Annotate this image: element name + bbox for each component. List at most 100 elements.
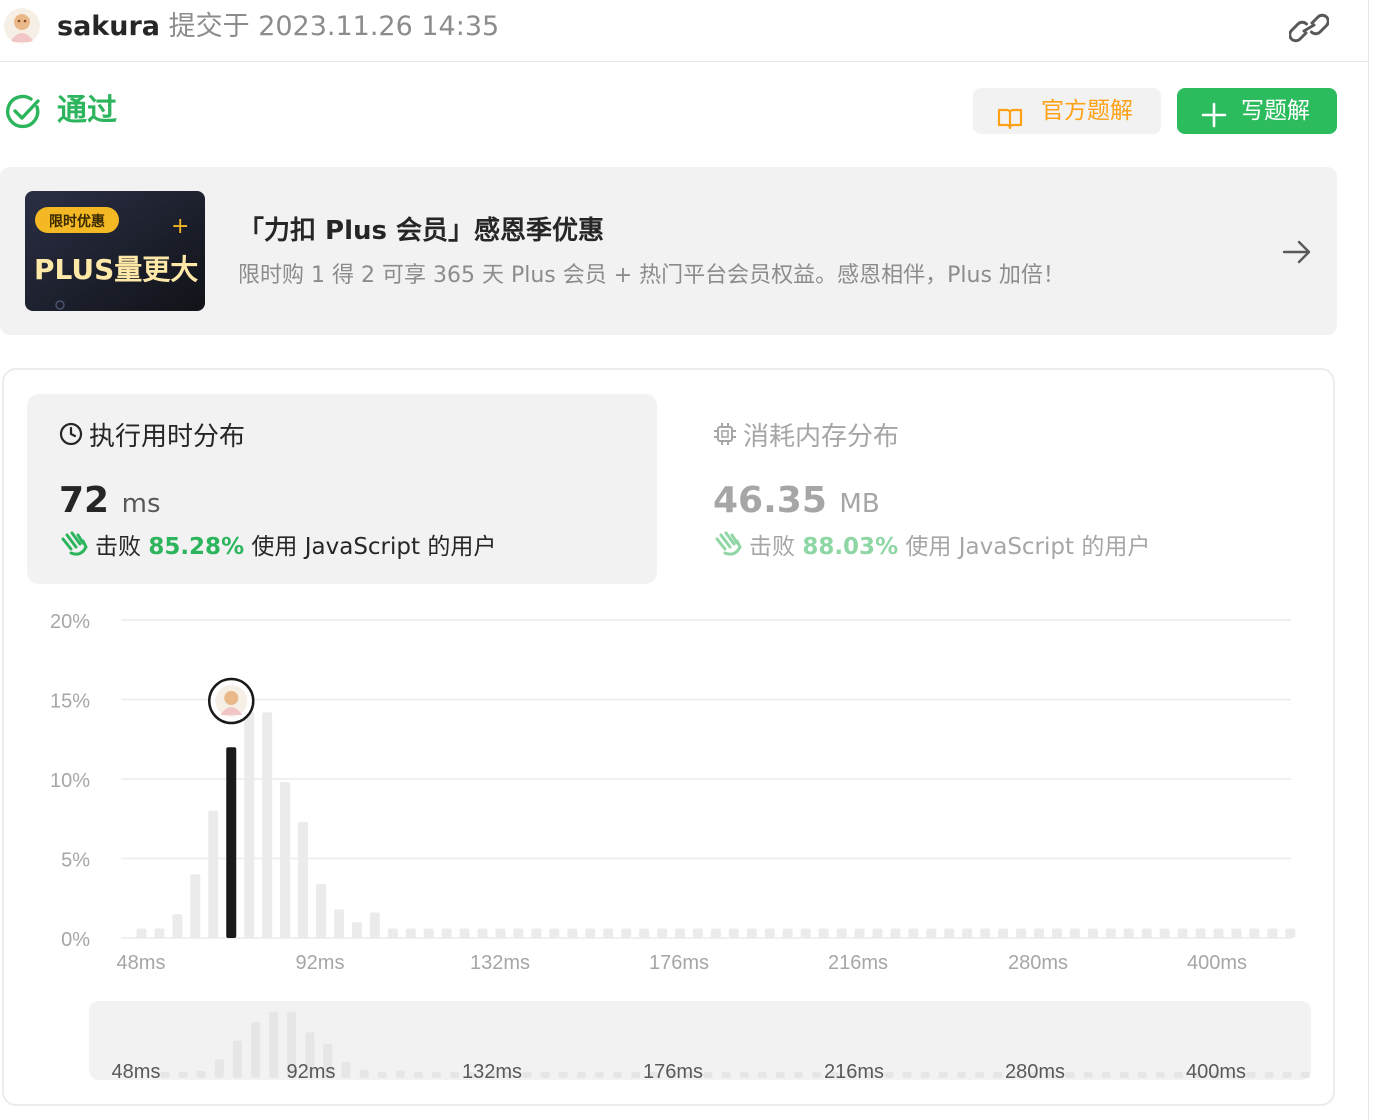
bar[interactable]	[980, 928, 991, 938]
bar[interactable]	[549, 928, 560, 938]
bar[interactable]	[351, 922, 362, 938]
bar[interactable]	[692, 928, 703, 938]
bar[interactable]	[1213, 928, 1224, 938]
bar[interactable]	[244, 712, 255, 938]
bar[interactable]	[621, 928, 632, 938]
bar[interactable]	[1177, 928, 1188, 938]
bar[interactable]	[154, 928, 165, 938]
bar[interactable]	[872, 928, 883, 938]
bar[interactable]	[333, 909, 344, 938]
overview-bar	[1083, 1072, 1093, 1078]
overview-bar	[359, 1069, 369, 1078]
overview-bar	[631, 1072, 641, 1078]
overview-bar	[540, 1072, 550, 1078]
bar[interactable]	[369, 912, 380, 938]
bar[interactable]	[854, 928, 865, 938]
overview-bar	[757, 1072, 767, 1078]
bar[interactable]	[405, 928, 416, 938]
bar[interactable]	[944, 928, 955, 938]
bar[interactable]	[603, 928, 614, 938]
bar[interactable]	[1034, 928, 1044, 938]
bar[interactable]	[890, 928, 901, 938]
bar[interactable]	[298, 821, 309, 938]
bar[interactable]	[998, 928, 1009, 938]
overview-bar	[1101, 1072, 1111, 1078]
bar[interactable]	[800, 928, 811, 938]
bar[interactable]	[477, 928, 488, 938]
bar[interactable]	[710, 928, 721, 938]
bar[interactable]	[567, 928, 578, 938]
overview-bar	[1282, 1072, 1292, 1078]
user-avatar[interactable]	[4, 8, 40, 44]
runtime-beat-suffix: 使用 JavaScript 的用户	[251, 534, 497, 560]
memory-tab[interactable]: 消耗内存分布	[713, 419, 899, 456]
bar[interactable]	[1141, 928, 1152, 938]
overview-bar	[812, 1072, 822, 1078]
bar[interactable]	[1159, 928, 1170, 938]
bar[interactable]	[746, 928, 757, 938]
bar[interactable]	[657, 928, 668, 938]
bar[interactable]	[459, 928, 470, 938]
bar[interactable]	[585, 928, 596, 938]
overview-bar	[269, 1011, 279, 1078]
overview-bar	[395, 1070, 405, 1078]
arrow-right-icon[interactable]	[1281, 237, 1313, 267]
bar[interactable]	[423, 928, 434, 938]
bar[interactable]	[1051, 928, 1062, 938]
bar[interactable]	[962, 928, 973, 938]
bar[interactable]	[836, 928, 847, 938]
bar[interactable]	[764, 928, 775, 938]
overview-bar	[196, 1071, 206, 1078]
bar[interactable]	[1231, 928, 1242, 938]
bar[interactable]	[495, 928, 506, 938]
overview-tick-label: 48ms	[112, 1061, 161, 1080]
selected-bar[interactable]	[226, 747, 237, 938]
bar[interactable]	[1267, 928, 1278, 938]
username[interactable]: sakura	[57, 11, 160, 42]
svg-text:+: +	[171, 214, 189, 239]
bar[interactable]	[1016, 928, 1027, 938]
bar[interactable]	[1069, 928, 1080, 938]
bar[interactable]	[513, 928, 524, 938]
write-solution-button[interactable]: 写题解	[1177, 88, 1337, 134]
user-submission-marker[interactable]	[208, 677, 255, 725]
overview-bar	[1119, 1072, 1129, 1078]
bar[interactable]	[1123, 928, 1134, 938]
bar[interactable]	[1087, 928, 1098, 938]
overview-bar	[558, 1072, 568, 1078]
bar[interactable]	[531, 928, 542, 938]
bar[interactable]	[172, 914, 183, 938]
official-solution-button[interactable]: 官方题解	[973, 88, 1161, 134]
range-overview-chart[interactable]: 48ms 92ms 132ms 176ms 216ms 280ms 400ms	[89, 1001, 1311, 1080]
bar[interactable]	[926, 928, 937, 938]
bar[interactable]	[316, 883, 326, 938]
bar[interactable]	[190, 874, 201, 938]
overview-bar	[1174, 1072, 1184, 1078]
overview-labels: 48ms 92ms 132ms 176ms 216ms 280ms 400ms	[112, 1061, 1246, 1080]
bar[interactable]	[441, 928, 452, 938]
bar[interactable]	[280, 782, 291, 938]
bar[interactable]	[818, 928, 829, 938]
runtime-distribution-chart[interactable]: 0% 5% 10% 15% 20% 48ms 92ms 132ms 176ms 216ms 280…	[0, 600, 1368, 990]
overview-bar	[703, 1072, 713, 1078]
book-icon	[997, 100, 1023, 130]
bar[interactable]	[262, 712, 273, 938]
overview-bar	[522, 1072, 532, 1078]
bar[interactable]	[136, 928, 147, 938]
bar[interactable]	[1285, 928, 1296, 938]
overview-bar	[1246, 1072, 1256, 1078]
link-icon[interactable]	[1288, 10, 1330, 46]
bar[interactable]	[1249, 928, 1260, 938]
bar[interactable]	[208, 810, 219, 938]
bar[interactable]	[908, 928, 919, 938]
promo-badge-text: 限时优惠	[49, 213, 105, 230]
bar[interactable]	[728, 928, 739, 938]
bar[interactable]	[387, 928, 398, 938]
chart-bars[interactable]	[136, 712, 1296, 938]
bar[interactable]	[675, 928, 685, 938]
x-tick-label: 132ms	[470, 952, 530, 974]
bar[interactable]	[782, 928, 793, 938]
bar[interactable]	[639, 928, 650, 938]
bar[interactable]	[1105, 928, 1116, 938]
bar[interactable]	[1195, 928, 1206, 938]
